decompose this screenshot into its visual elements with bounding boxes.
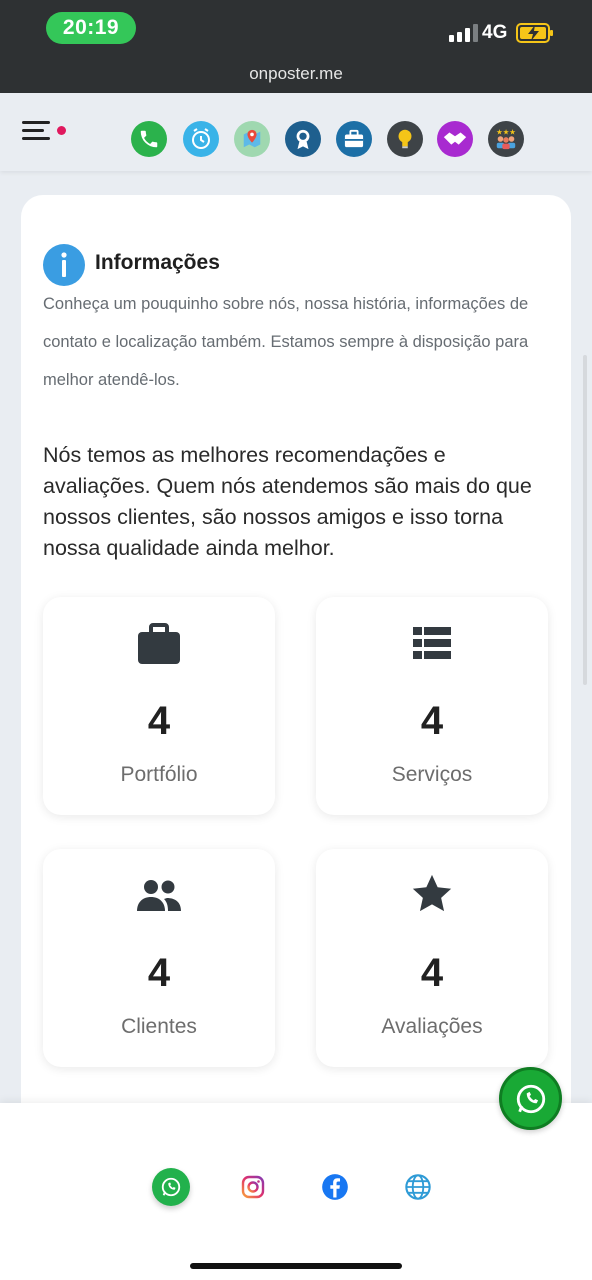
whatsapp-icon[interactable] [152,1168,190,1206]
whatsapp-icon [516,1084,545,1113]
award-icon[interactable] [285,121,321,157]
stat-value: 4 [147,951,171,995]
section-description: Conheça um pouquinho sobre nós, nossa hi… [43,295,529,389]
stat-card-servicos[interactable]: 4 Serviços [316,597,548,815]
stat-value: 4 [420,699,444,743]
phone-icon[interactable] [131,121,167,157]
users-icon [43,879,275,911]
section-title: Informações [95,251,220,274]
url-bar[interactable]: onposter.me [0,64,592,84]
nav-header: ★★★ [0,93,592,171]
notification-dot [57,126,66,135]
battery-icon [516,23,553,43]
hamburger-menu-icon[interactable] [22,119,52,143]
stat-card-avaliacoes[interactable]: 4 Avaliações [316,849,548,1067]
list-icon [316,627,548,659]
briefcase-icon[interactable] [336,121,372,157]
stat-card-clientes[interactable]: 4 Clientes [43,849,275,1067]
scrollbar[interactable] [583,355,587,685]
status-time: 20:19 [46,12,136,44]
lightbulb-icon[interactable] [387,121,423,157]
network-type: 4G [482,22,508,43]
star-icon [316,873,548,915]
whatsapp-float-button[interactable] [499,1067,562,1130]
lead-paragraph: Nós temos as melhores recomendações e av… [43,443,532,560]
home-indicator [190,1263,402,1269]
instagram-icon[interactable] [234,1168,272,1206]
stat-label: Portfólio [120,763,198,786]
briefcase-icon [43,623,275,665]
status-bar: 20:19 4G onposter.me [0,0,592,93]
stat-card-portfolio[interactable]: 4 Portfólio [43,597,275,815]
info-card: Informações Conheça um pouquinho sobre n… [21,195,571,1125]
info-icon [43,244,85,286]
reviews-icon[interactable]: ★★★ [488,121,524,157]
stat-value: 4 [147,699,171,743]
stat-label: Avaliações [381,1015,483,1038]
globe-icon[interactable] [399,1168,437,1206]
clock-icon[interactable] [183,121,219,157]
map-pin-icon[interactable] [234,121,270,157]
stat-label: Serviços [391,763,473,786]
bottom-share-bar [0,1103,592,1280]
signal-icon [449,22,478,42]
facebook-icon[interactable] [316,1168,354,1206]
stat-label: Clientes [121,1015,197,1038]
handshake-icon[interactable] [437,121,473,157]
stat-value: 4 [420,951,444,995]
svg-text:★★★: ★★★ [496,127,516,136]
